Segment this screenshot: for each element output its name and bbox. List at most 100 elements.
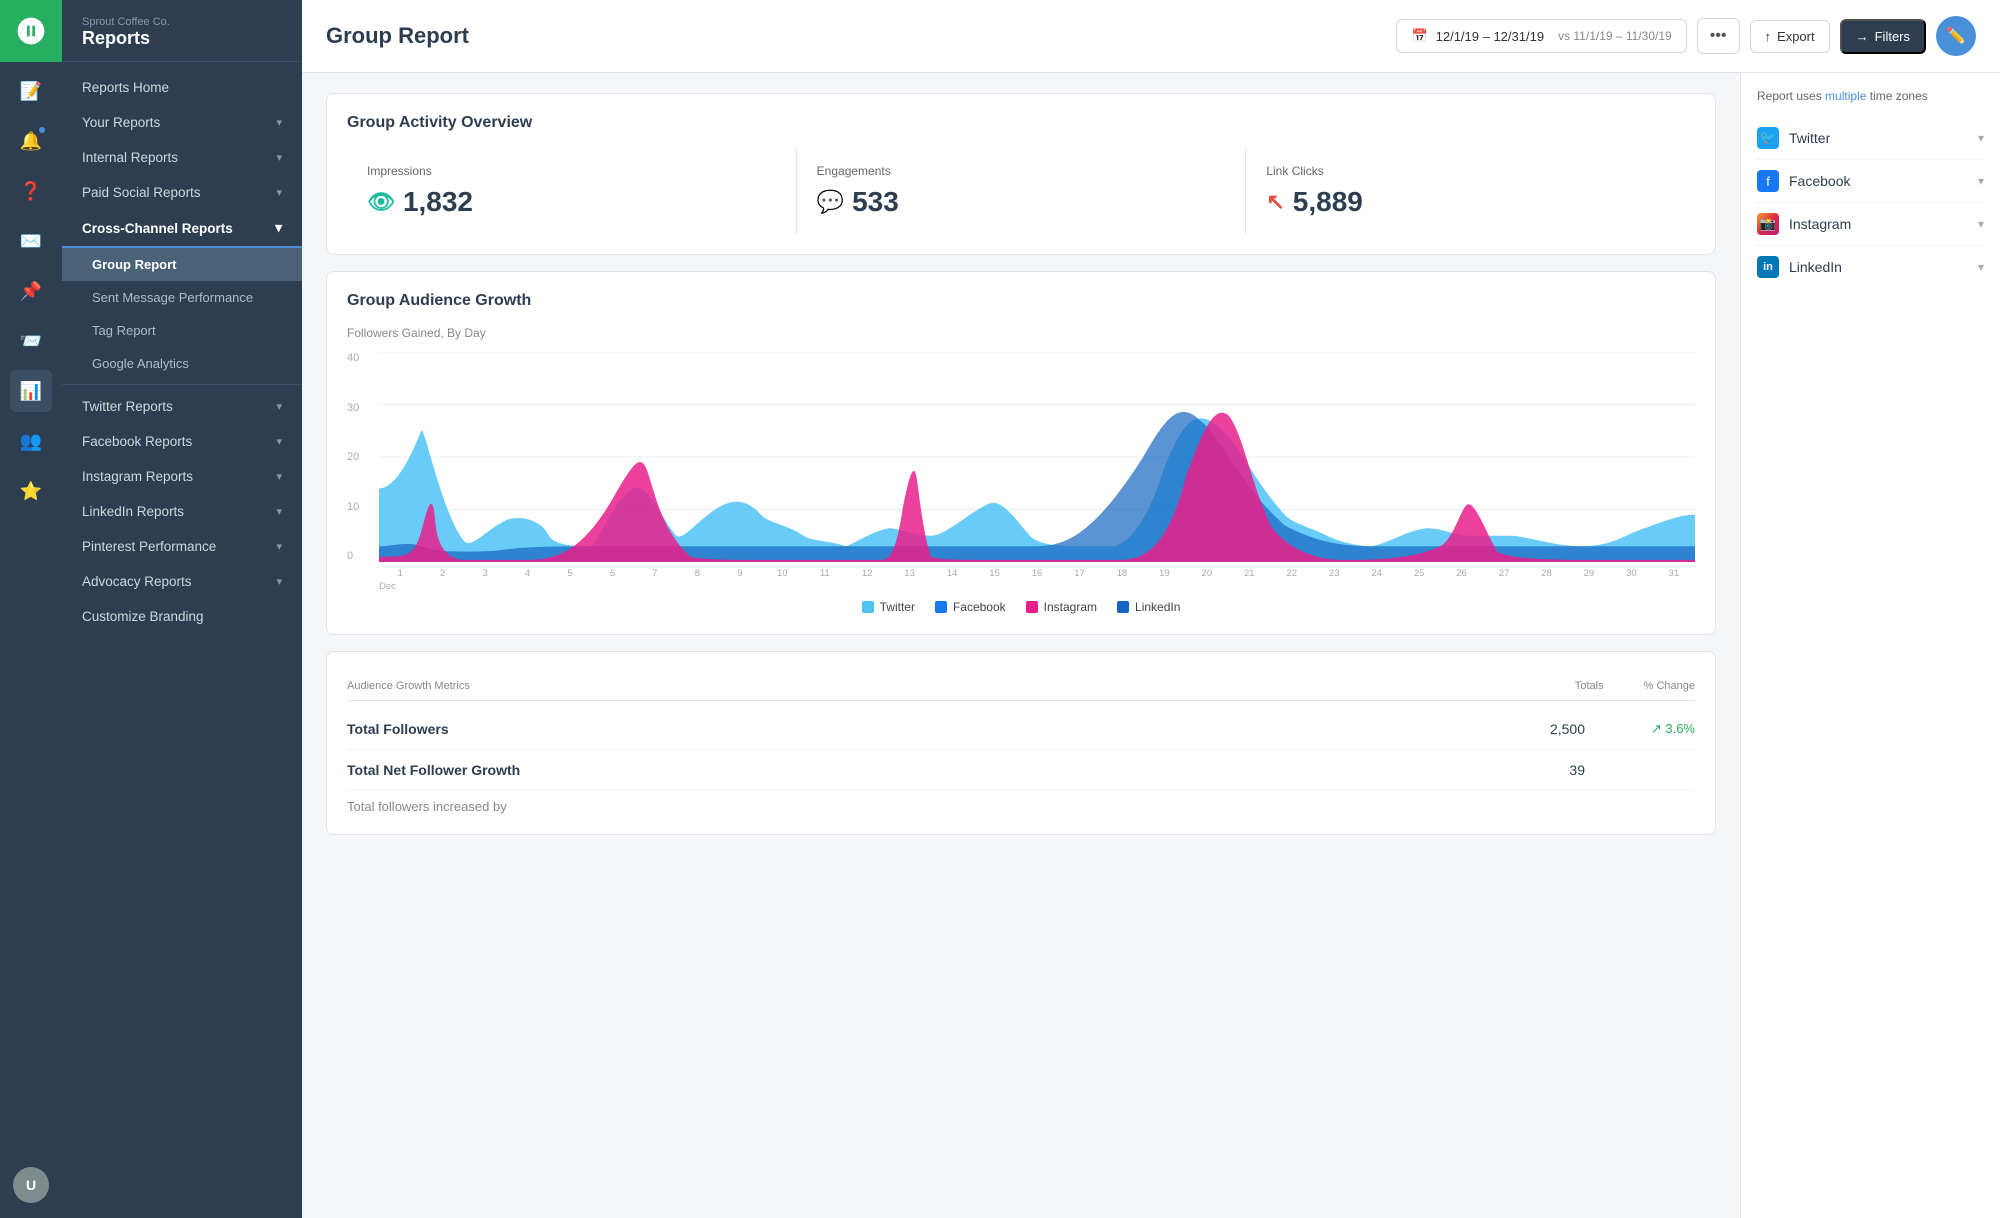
sidebar-item-internal-reports[interactable]: Internal Reports ▾	[62, 140, 302, 175]
facebook-legend-dot	[935, 601, 947, 613]
linkedin-platform-label: LinkedIn	[1789, 259, 1842, 275]
impressions-icon: 👁	[367, 189, 395, 215]
nav-messages-icon[interactable]: ✉️	[10, 220, 52, 262]
side-note: Total followers increased by	[347, 799, 1695, 814]
nav-advocacy-icon[interactable]: ⭐	[10, 470, 52, 512]
facebook-legend-label: Facebook	[953, 600, 1006, 614]
export-button[interactable]: ↑ Export	[1750, 20, 1830, 53]
platform-facebook[interactable]: f Facebook ▾	[1757, 160, 1984, 203]
chevron-icon: ▾	[275, 220, 282, 236]
content-area: Group Activity Overview Impressions 👁 1,…	[302, 73, 2000, 1218]
sidebar-header: Sprout Coffee Co. Reports	[62, 0, 302, 62]
filters-icon: →	[1856, 29, 1869, 44]
link-clicks-label: Link Clicks	[1266, 164, 1675, 178]
topbar-actions: 📅 12/1/19 – 12/31/19 vs 11/1/19 – 11/30/…	[1396, 16, 1976, 56]
page-title: Group Report	[326, 23, 469, 49]
more-options-button[interactable]: •••	[1697, 18, 1740, 54]
linkedin-legend-label: LinkedIn	[1135, 600, 1180, 614]
chart-container: 40 30 20 10 0	[347, 352, 1695, 592]
sidebar-item-customize-branding[interactable]: Customize Branding	[62, 599, 302, 634]
impressions-metric: Impressions 👁 1,832	[347, 148, 797, 234]
nav-notifications-icon[interactable]: 🔔	[10, 120, 52, 162]
sidebar-item-linkedin-reports[interactable]: LinkedIn Reports ▾	[62, 494, 302, 529]
twitter-legend-dot	[862, 601, 874, 613]
sidebar-sub-item-tag-report[interactable]: Tag Report	[62, 314, 302, 347]
nav-publishing-icon[interactable]: 📨	[10, 320, 52, 362]
audience-growth-card: Group Audience Growth Followers Gained, …	[326, 271, 1716, 635]
user-avatar-icon[interactable]: U	[10, 1164, 52, 1206]
audience-metrics-card: Audience Growth Metrics Totals % Change …	[326, 651, 1716, 835]
twitter-chevron-icon: ▾	[1978, 131, 1984, 145]
sidebar-item-paid-social[interactable]: Paid Social Reports ▾	[62, 175, 302, 210]
icon-rail: 📝 🔔 ❓ ✉️ 📌 📨 📊 👥 ⭐ U	[0, 0, 62, 1218]
sidebar-item-facebook-reports[interactable]: Facebook Reports ▾	[62, 424, 302, 459]
twitter-platform-label: Twitter	[1789, 130, 1830, 146]
total-followers-value: 2,500	[1525, 721, 1585, 737]
twitter-platform-left: 🐦 Twitter	[1757, 127, 1830, 149]
main-panel: Group Activity Overview Impressions 👁 1,…	[302, 73, 1740, 1218]
audience-growth-title: Group Audience Growth	[347, 292, 1695, 310]
date-range-button[interactable]: 📅 12/1/19 – 12/31/19 vs 11/1/19 – 11/30/…	[1396, 19, 1686, 53]
chart-section: Followers Gained, By Day 40 30 20 10 0	[347, 326, 1695, 614]
timezone-link[interactable]: multiple	[1825, 89, 1870, 103]
date-range-value: 12/1/19 – 12/31/19	[1436, 29, 1544, 44]
facebook-platform-icon: f	[1757, 170, 1779, 192]
nav-reports-icon[interactable]: 📊	[10, 370, 52, 412]
instagram-platform-label: Instagram	[1789, 216, 1851, 232]
sidebar-sub-item-sent-message[interactable]: Sent Message Performance	[62, 281, 302, 314]
nav-compose-icon[interactable]: 📝	[10, 70, 52, 112]
sidebar-item-reports-home[interactable]: Reports Home	[62, 70, 302, 105]
sidebar-item-instagram-reports[interactable]: Instagram Reports ▾	[62, 459, 302, 494]
sidebar-item-twitter-reports[interactable]: Twitter Reports ▾	[62, 389, 302, 424]
sidebar-item-your-reports[interactable]: Your Reports ▾	[62, 105, 302, 140]
app-logo	[0, 0, 62, 62]
sidebar-divider	[62, 384, 302, 385]
section-title: Reports	[82, 28, 282, 49]
sidebar-item-advocacy[interactable]: Advocacy Reports ▾	[62, 564, 302, 599]
facebook-platform-label: Facebook	[1789, 173, 1850, 189]
chart-subtitle: Followers Gained, By Day	[347, 326, 1695, 340]
timezone-note: Report uses multiple time zones	[1757, 89, 1984, 103]
legend-twitter: Twitter	[862, 600, 915, 614]
nav-help-icon[interactable]: ❓	[10, 170, 52, 212]
platform-twitter[interactable]: 🐦 Twitter ▾	[1757, 117, 1984, 160]
calendar-icon: 📅	[1411, 28, 1427, 44]
platform-instagram[interactable]: 📸 Instagram ▾	[1757, 203, 1984, 246]
engagements-value: 💬 533	[817, 186, 1226, 218]
engagements-icon: 💬	[817, 189, 844, 215]
group-activity-card: Group Activity Overview Impressions 👁 1,…	[326, 93, 1716, 255]
net-follower-label: Total Net Follower Growth	[347, 762, 520, 778]
chevron-icon: ▾	[276, 435, 282, 448]
avatar: U	[13, 1167, 49, 1203]
col-totals: Totals	[1575, 680, 1604, 692]
link-clicks-value: ↖ 5,889	[1266, 186, 1675, 218]
nav-tasks-icon[interactable]: 📌	[10, 270, 52, 312]
chart-y-labels: 40 30 20 10 0	[347, 352, 377, 562]
chevron-icon: ▾	[276, 151, 282, 164]
filters-button[interactable]: → Filters	[1840, 19, 1926, 54]
chart-month-label: Dec	[379, 581, 396, 592]
platform-linkedin[interactable]: in LinkedIn ▾	[1757, 246, 1984, 288]
sidebar-item-cross-channel[interactable]: Cross-Channel Reports ▾	[62, 210, 302, 248]
chevron-icon: ▾	[276, 505, 282, 518]
impressions-label: Impressions	[367, 164, 776, 178]
instagram-platform-left: 📸 Instagram	[1757, 213, 1851, 235]
chart-svg-area	[379, 352, 1695, 562]
company-name: Sprout Coffee Co.	[82, 16, 282, 28]
chevron-icon: ▾	[276, 400, 282, 413]
linkedin-platform-icon: in	[1757, 256, 1779, 278]
legend-facebook: Facebook	[935, 600, 1006, 614]
chevron-icon: ▾	[276, 186, 282, 199]
sidebar-item-pinterest[interactable]: Pinterest Performance ▾	[62, 529, 302, 564]
facebook-chevron-icon: ▾	[1978, 174, 1984, 188]
edit-button[interactable]: ✏️	[1936, 16, 1976, 56]
nav-listening-icon[interactable]: 👥	[10, 420, 52, 462]
sidebar-sub-item-group-report[interactable]: Group Report	[62, 248, 302, 281]
chart-legend: Twitter Facebook Instagram LinkedIn	[347, 600, 1695, 614]
col-change: % Change	[1644, 680, 1695, 692]
sidebar-sub-item-google-analytics[interactable]: Google Analytics	[62, 347, 302, 380]
engagements-label: Engagements	[817, 164, 1226, 178]
legend-linkedin: LinkedIn	[1117, 600, 1180, 614]
sidebar-nav: Reports Home Your Reports ▾ Internal Rep…	[62, 62, 302, 642]
vs-date: vs 11/1/19 – 11/30/19	[1558, 29, 1672, 43]
